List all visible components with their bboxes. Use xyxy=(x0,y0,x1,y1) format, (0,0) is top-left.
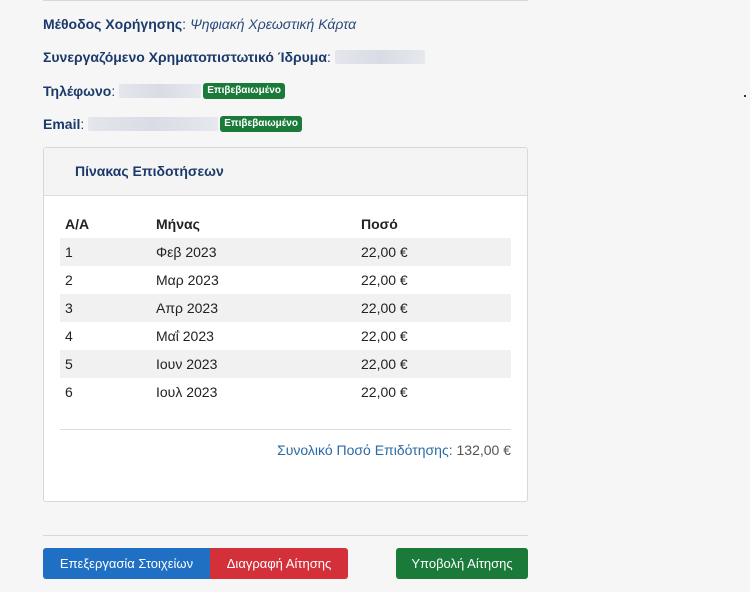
panel-title: Πίνακας Επιδοτήσεων xyxy=(75,163,224,179)
row-amount: 22,00 € xyxy=(361,272,408,288)
total-amount: 132,00 € xyxy=(456,442,512,458)
info-method-row: Μέθοδος Χορήγησης: Ψηφιακή Χρεωστική Κάρ… xyxy=(43,15,356,33)
table-row: 4 Μαΐ 2023 22,00 € xyxy=(60,322,511,350)
info-phone-row: Τηλέφωνο: Επιβεβαιωμένο xyxy=(43,82,285,100)
bottom-divider xyxy=(43,535,528,536)
row-amount: 22,00 € xyxy=(361,328,408,344)
table-header-row: Α/Α Μήνας Ποσό xyxy=(60,210,511,238)
colon: : xyxy=(182,16,187,32)
stray-dot xyxy=(744,95,746,97)
row-index: 3 xyxy=(65,300,73,316)
colon: : xyxy=(326,49,331,65)
colon: : xyxy=(111,83,116,99)
delete-application-button[interactable]: Διαγραφή Αίτησης xyxy=(210,548,348,579)
total-summary: Συνολικό Ποσό Επιδότησης: 132,00 € xyxy=(277,442,511,458)
row-month: Φεβ 2023 xyxy=(156,244,217,260)
row-index: 4 xyxy=(65,328,73,344)
phone-label: Τηλέφωνο xyxy=(43,83,112,99)
row-amount: 22,00 € xyxy=(361,356,408,372)
email-value-redacted xyxy=(88,117,219,131)
email-verified-badge: Επιβεβαιωμένο xyxy=(220,116,302,132)
edit-details-button[interactable]: Επεξεργασία Στοιχείων xyxy=(43,548,210,579)
header-amount: Ποσό xyxy=(361,216,398,232)
panel-header: Πίνακας Επιδοτήσεων xyxy=(44,148,527,196)
row-index: 6 xyxy=(65,384,73,400)
table-row: 1 Φεβ 2023 22,00 € xyxy=(60,238,511,266)
row-month: Ιουν 2023 xyxy=(156,356,218,372)
subsidies-table: Α/Α Μήνας Ποσό 1 Φεβ 2023 22,00 € 2 Μαρ … xyxy=(60,210,511,406)
table-row: 6 Ιουλ 2023 22,00 € xyxy=(60,378,511,406)
email-label: Email xyxy=(43,116,81,132)
row-index: 2 xyxy=(65,272,73,288)
total-label: Συνολικό Ποσό Επιδότησης: xyxy=(277,442,453,458)
row-index: 1 xyxy=(65,244,73,260)
info-bank-row: Συνεργαζόμενο Χρηματοπιστωτικό Ίδρυμα: xyxy=(43,48,425,66)
colon: : xyxy=(80,116,85,132)
bank-value-redacted xyxy=(334,50,425,64)
row-month: Ιουλ 2023 xyxy=(156,384,218,400)
table-row: 2 Μαρ 2023 22,00 € xyxy=(60,266,511,294)
row-month: Μαρ 2023 xyxy=(156,272,219,288)
phone-verified-badge: Επιβεβαιωμένο xyxy=(203,83,285,99)
table-row: 3 Απρ 2023 22,00 € xyxy=(60,294,511,322)
subsidies-panel: Πίνακας Επιδοτήσεων Α/Α Μήνας Ποσό 1 Φεβ… xyxy=(43,147,528,502)
bank-label: Συνεργαζόμενο Χρηματοπιστωτικό Ίδρυμα xyxy=(43,49,327,65)
top-divider xyxy=(43,0,528,1)
row-amount: 22,00 € xyxy=(361,244,408,260)
header-index: Α/Α xyxy=(65,216,90,232)
table-divider xyxy=(60,429,511,430)
method-value: Ψηφιακή Χρεωστική Κάρτα xyxy=(190,16,357,32)
row-month: Μαΐ 2023 xyxy=(156,328,214,344)
table-row: 5 Ιουν 2023 22,00 € xyxy=(60,350,511,378)
row-index: 5 xyxy=(65,356,73,372)
row-amount: 22,00 € xyxy=(361,300,408,316)
phone-value-redacted xyxy=(119,84,202,98)
row-month: Απρ 2023 xyxy=(156,300,218,316)
info-email-row: Email: Επιβεβαιωμένο xyxy=(43,115,302,133)
submit-application-button[interactable]: Υποβολή Αίτησης xyxy=(396,548,528,579)
method-label: Μέθοδος Χορήγησης xyxy=(43,16,183,32)
header-month: Μήνας xyxy=(156,216,200,232)
row-amount: 22,00 € xyxy=(361,384,408,400)
